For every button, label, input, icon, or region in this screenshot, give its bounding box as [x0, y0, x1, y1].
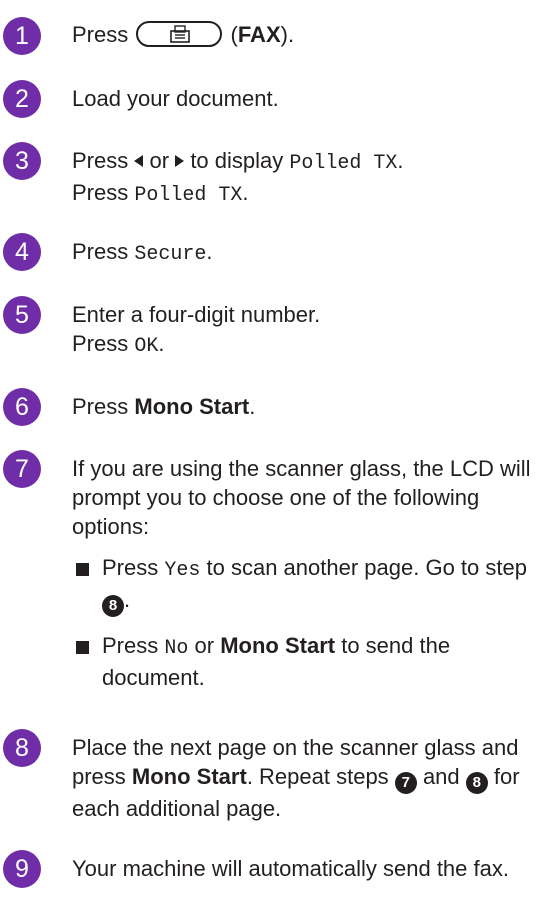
step-text: Press Secure. — [72, 239, 213, 266]
step-text: Place the next page on the scanner glass… — [72, 735, 520, 821]
step-text: Press (FAX). — [72, 21, 295, 47]
step-number: 3 — [3, 142, 41, 180]
bullet-square-icon — [76, 563, 89, 576]
step-text: Your machine will automatically send the… — [72, 856, 509, 881]
step-number: 8 — [3, 729, 41, 767]
step-text: Load your document. — [72, 86, 279, 111]
step-text: Enter a four-digit number. Press OK. — [72, 302, 321, 358]
step-text: If you are using the scanner glass, the … — [72, 456, 532, 692]
step-ref-7[interactable]: 7 — [394, 772, 417, 794]
step-number: 1 — [3, 17, 41, 55]
step-number: 2 — [3, 80, 41, 118]
step-number: 4 — [3, 233, 41, 271]
bullet-square-icon — [76, 641, 89, 654]
fax-label: FAX — [237, 22, 281, 47]
step-ref-8[interactable]: 8 — [102, 595, 124, 617]
option-no: Press No or Mono Start to send the docum… — [72, 631, 532, 692]
step-text: Press Mono Start. — [72, 394, 256, 419]
fax-key-icon — [136, 21, 223, 47]
step-text: Press or to display Polled TX. Press Pol… — [72, 148, 404, 207]
step-number: 7 — [3, 450, 41, 488]
option-yes: Press Yes to scan another page. Go to st… — [72, 553, 532, 617]
step-number: 9 — [3, 850, 41, 888]
step-number: 5 — [3, 296, 41, 334]
step-number: 6 — [3, 388, 41, 426]
step-ref-8[interactable]: 8 — [465, 772, 488, 794]
right-arrow-icon — [175, 155, 185, 167]
left-arrow-icon — [134, 155, 144, 167]
